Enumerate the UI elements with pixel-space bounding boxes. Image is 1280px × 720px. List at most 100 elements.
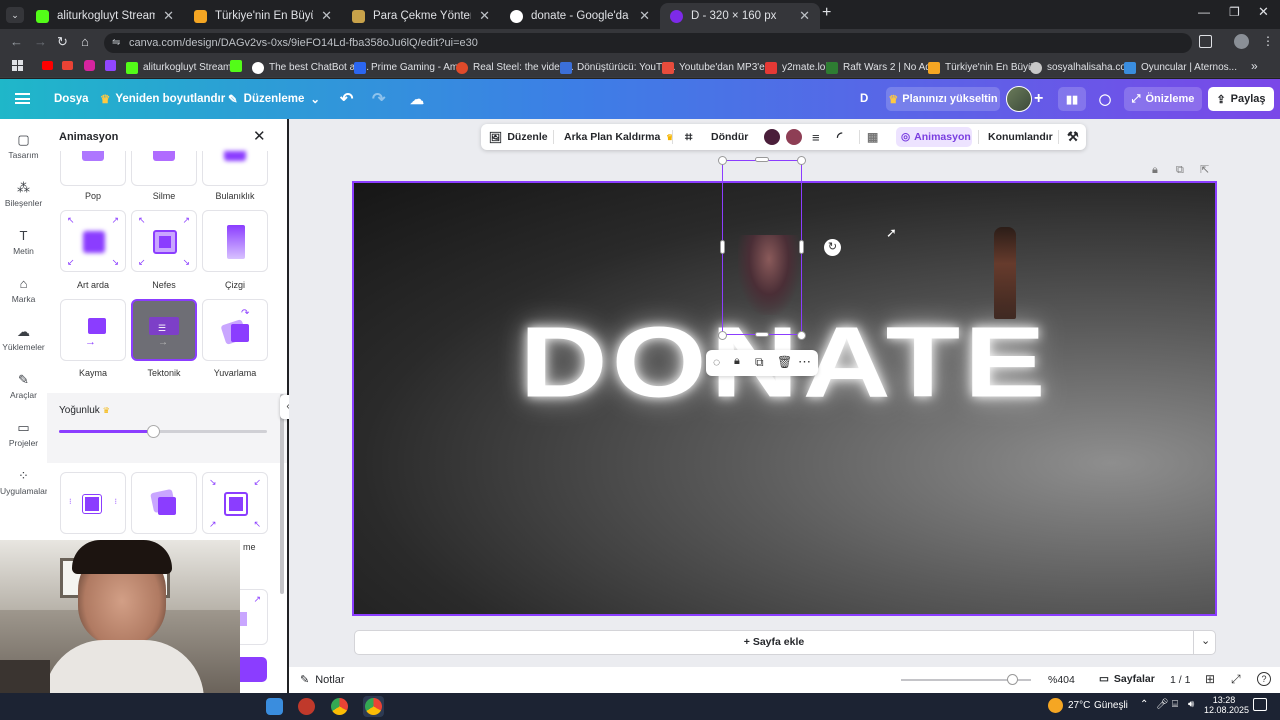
tab-para-cekme[interactable]: Para Çekme Yöntemlerim✕ <box>342 3 500 29</box>
anim-line-card[interactable] <box>202 210 268 272</box>
rail-elements[interactable]: ⁂ Bileşenler <box>0 181 47 209</box>
anim-card[interactable]: ⁝ ⁝ <box>60 472 126 534</box>
intensity-slider[interactable] <box>59 430 267 433</box>
edit-image-button[interactable]: 🖼 Düzenle <box>489 124 548 150</box>
selection-box[interactable] <box>722 160 802 335</box>
rail-design[interactable]: ▢ Tasarım <box>0 133 47 161</box>
rail-tools[interactable]: ✎ Araçlar <box>0 373 47 401</box>
anim-roll-card[interactable]: ↷ <box>202 299 268 361</box>
taskbar-app-icon[interactable] <box>266 698 283 715</box>
animate-button-label[interactable]: ◎ Animasyon <box>901 124 971 150</box>
rail-apps[interactable]: ⁘ Uygulamalar <box>0 469 48 497</box>
share-button[interactable]: ⇪ Paylaş <box>1208 87 1274 111</box>
side-handle[interactable] <box>799 240 804 254</box>
preview-button[interactable]: ⤢ Önizleme <box>1124 87 1202 111</box>
analytics-button[interactable]: ▮▮ <box>1058 87 1086 111</box>
fullscreen-icon[interactable]: ⤢ <box>1231 672 1241 687</box>
chevron-down-icon[interactable]: ⌄ <box>1201 634 1210 647</box>
gmail-bookmark-icon[interactable] <box>62 61 73 70</box>
bookmark-item[interactable]: y2mate.lol <box>765 59 828 76</box>
bg-remove-button[interactable]: Arka Plan Kaldırma ♛ <box>564 124 673 150</box>
tab-oyuncu[interactable]: Türkiye'nin En Büyük Oyuncu D✕ <box>184 3 342 29</box>
undo-icon[interactable]: ↶ <box>340 79 353 119</box>
resize-handle[interactable] <box>718 156 727 165</box>
corner-rounding-icon[interactable]: ◜ <box>837 124 842 150</box>
close-tab-icon[interactable]: ✕ <box>321 8 332 24</box>
twitch-bookmark-icon[interactable] <box>105 60 116 71</box>
chrome-icon[interactable] <box>331 698 348 715</box>
close-panel-icon[interactable]: ✕ <box>253 127 266 145</box>
redo-icon[interactable]: ↷ <box>372 79 385 119</box>
anim-tectonic-card[interactable]: ☰ → <box>131 299 197 361</box>
minimize-icon[interactable]: — <box>1198 5 1210 19</box>
duplicate-page-icon[interactable]: ⧉ <box>1176 164 1184 177</box>
instagram-bookmark-icon[interactable] <box>84 60 95 71</box>
chrome-active-icon[interactable] <box>363 696 384 717</box>
rail-uploads[interactable]: ☁ Yüklemeler <box>0 325 47 353</box>
bookmark-item[interactable]: Türkiye'nin En Büyü... <box>928 59 1042 76</box>
collaborator-avatar[interactable]: D <box>860 79 868 119</box>
panel-scrollbar[interactable] <box>280 394 284 594</box>
siren-head-figure-image[interactable] <box>994 227 1016 319</box>
new-tab-icon[interactable]: + <box>822 4 831 22</box>
zoom-slider-knob[interactable] <box>1006 674 1018 685</box>
resize-handle[interactable] <box>797 156 806 165</box>
home-icon[interactable]: ⌂ <box>81 34 89 49</box>
trash-icon[interactable]: 🗑︎ <box>777 355 792 369</box>
close-tab-icon[interactable]: ✕ <box>799 8 810 24</box>
forward-icon[interactable]: → <box>34 34 47 49</box>
bookmark-item[interactable]: Dönüştürücü: YouTu... <box>560 59 676 76</box>
lock-icon[interactable]: 🔒︎ <box>734 355 740 368</box>
back-icon[interactable]: ← <box>10 34 23 49</box>
more-options-icon[interactable]: ⋯ <box>798 354 811 370</box>
edit-mode-dropdown[interactable]: ✎ Düzenleme ⌄ <box>228 79 320 119</box>
tab-canva-design[interactable]: D - 320 × 160 px ✕ <box>660 3 820 29</box>
anim-breathe-card[interactable]: ↖ ↗ ↙ ↘ <box>131 210 197 272</box>
copy-style-icon[interactable]: ⚒ <box>1067 124 1079 150</box>
obs-icon[interactable] <box>298 698 315 715</box>
comments-button[interactable]: ◯ <box>1092 87 1118 111</box>
resize-handle[interactable] <box>718 331 727 340</box>
border-style-icon[interactable]: ≡ <box>812 124 820 150</box>
close-tab-icon[interactable]: ✕ <box>163 8 174 24</box>
duplicate-icon[interactable]: ⧉ <box>755 355 764 370</box>
tab-google-search[interactable]: donate - Google'da Ara✕ <box>500 3 660 29</box>
anim-pop-card[interactable] <box>60 151 126 186</box>
resize-handle[interactable] <box>797 331 806 340</box>
bookmark-item[interactable]: Youtube'dan MP3'e... <box>662 59 773 76</box>
extensions-icon[interactable] <box>1199 35 1212 48</box>
bookmark-icon[interactable] <box>230 60 242 72</box>
bookmark-item[interactable]: sosyalhalisaha.com <box>1030 59 1134 76</box>
notifications-icon[interactable] <box>1253 698 1267 711</box>
intensity-slider-knob[interactable] <box>146 425 160 438</box>
bookmark-item[interactable]: Real Steel: the video... <box>456 59 574 76</box>
apps-grid-icon[interactable] <box>12 60 23 71</box>
network-icon[interactable]: ⌸ <box>1172 699 1178 710</box>
transparency-icon[interactable]: ▦ <box>867 124 878 150</box>
add-page-icon[interactable]: ⇱ <box>1200 163 1209 176</box>
microphone-icon[interactable]: 🎤︎ <box>1156 699 1169 710</box>
bookmark-item[interactable]: Prime Gaming - Am... <box>354 59 467 76</box>
tab-search-button[interactable]: ⌄ <box>6 7 24 23</box>
crop-icon[interactable]: ⌗ <box>685 124 692 150</box>
rail-brand[interactable]: ⌂ Marka <box>0 277 47 305</box>
rail-text[interactable]: T Metin <box>0 229 47 257</box>
file-menu[interactable]: Dosya <box>54 79 89 119</box>
cloud-save-icon[interactable]: ☁ <box>410 79 424 119</box>
bookmark-item[interactable]: Oyuncular | Aternos... <box>1124 59 1237 76</box>
rotate-handle-icon[interactable]: ↻ <box>824 239 841 256</box>
browser-menu-icon[interactable]: ⋮ <box>1262 34 1274 48</box>
profile-avatar[interactable] <box>1234 34 1249 49</box>
upgrade-plan-button[interactable]: ♛ Planınızı yükseltin <box>886 87 1000 111</box>
help-icon[interactable]: ? <box>1257 672 1271 686</box>
volume-icon[interactable]: 🔊︎ <box>1188 699 1194 710</box>
reload-icon[interactable]: ↻ <box>57 34 68 50</box>
url-field[interactable]: ⇋ canva.com/design/DAGv2vs-0xs/9ieFO14Ld-… <box>104 33 1192 53</box>
anim-card[interactable] <box>131 472 197 534</box>
anim-slide-card[interactable]: → <box>60 299 126 361</box>
resize-button[interactable]: ♛ Yeniden boyutlandır <box>100 79 225 119</box>
site-info-icon[interactable]: ⇋ <box>112 33 120 53</box>
lock-page-icon[interactable]: 🔒︎ <box>1152 164 1158 177</box>
position-button[interactable]: Konumlandır <box>988 124 1053 150</box>
clock[interactable]: 13:28 12.08.2025 <box>1204 695 1249 715</box>
